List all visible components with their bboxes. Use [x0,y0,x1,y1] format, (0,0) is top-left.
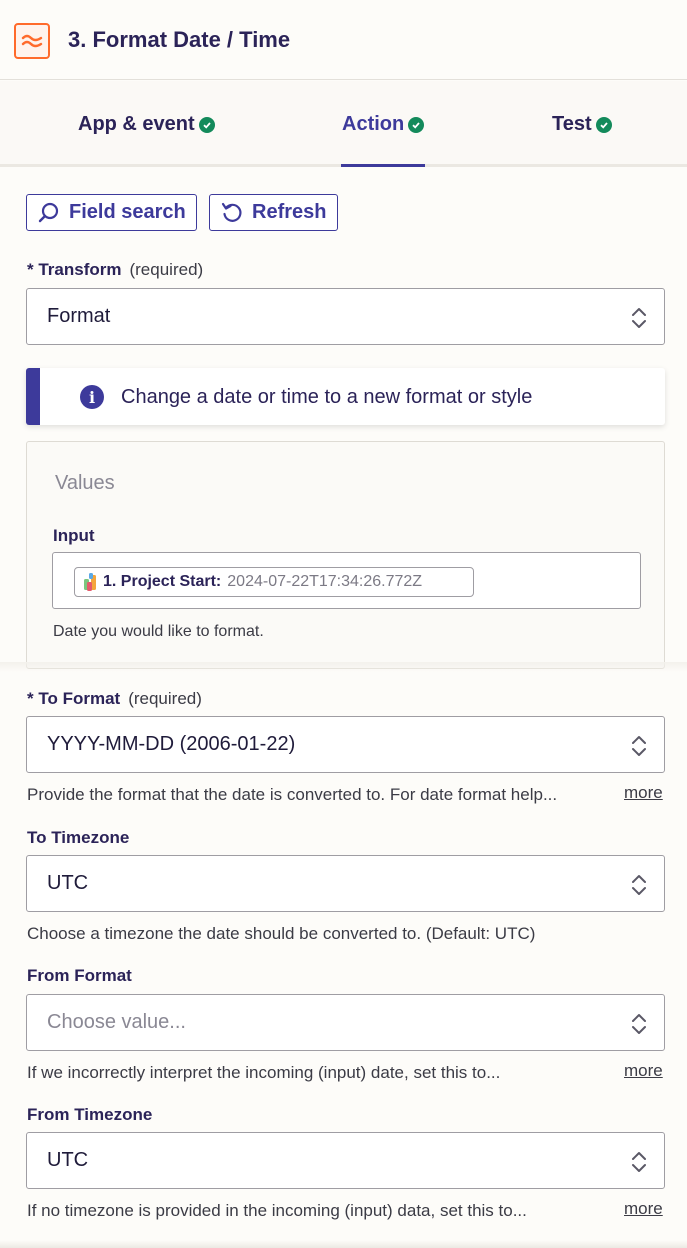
to-format-help: Provide the format that the date is conv… [27,785,558,804]
chevron-up-down-icon [632,1152,646,1172]
step-title: 3. Format Date / Time [68,27,291,52]
mapped-field-pill[interactable]: 1. Project Start: 2024-07-22T17:34:26.77… [74,567,474,597]
to-format-select[interactable]: YYYY-MM-DD (2006-01-22) [26,716,665,773]
field-label-text: To Format [38,689,121,708]
tab-label: Test [552,113,592,135]
input-help-text: Date you would like to format. [53,623,264,640]
input-field[interactable]: 1. Project Start: 2024-07-22T17:34:26.77… [52,552,641,609]
tab-test[interactable]: Test [552,113,612,136]
field-search-label: Field search [69,201,186,223]
pill-value: 2024-07-22T17:34:26.772Z [227,573,423,590]
to-timezone-label: To Timezone [27,828,130,847]
tab-label: App & event [78,113,195,135]
search-icon [38,202,59,222]
from-format-more-link[interactable]: more [624,1061,663,1081]
field-label-text: Transform [38,260,122,279]
refresh-label: Refresh [252,201,327,223]
select-value: UTC [47,872,89,894]
info-callout: i Change a date or time to a new format … [26,368,665,425]
check-circle-icon [408,116,425,133]
required-text: (required) [129,260,204,279]
chevron-up-down-icon [632,736,646,756]
to-format-label: * To Format (required) [27,689,202,708]
from-format-label: From Format [27,966,132,985]
info-icon: i [80,385,104,409]
from-timezone-more-link[interactable]: more [624,1199,663,1219]
to-timezone-select[interactable]: UTC [26,855,665,912]
select-value: YYYY-MM-DD (2006-01-22) [47,733,296,755]
chevron-up-down-icon [632,1014,646,1034]
refresh-icon [221,202,242,222]
pill-label: 1. Project Start: [103,573,222,590]
transform-select[interactable]: Format [26,288,665,345]
select-value: Format [47,305,111,327]
input-label: Input [53,526,95,545]
step-tabs: App & event Action Test [0,81,687,167]
from-timezone-label: From Timezone [27,1105,153,1124]
required-text: (required) [128,689,202,708]
refresh-button[interactable]: Refresh [209,194,338,231]
check-circle-icon [198,116,215,133]
values-section: Values Input 1. Project Start: 2024-07-2… [26,441,665,669]
tab-action[interactable]: Action [342,113,425,136]
callout-accent-bar [26,368,40,425]
transform-label: * Transform (required) [27,260,204,279]
field-search-button[interactable]: Field search [26,194,197,231]
to-timezone-help: Choose a timezone the date should be con… [27,924,536,943]
values-title: Values [55,472,115,494]
scroll-shadow [0,662,687,672]
from-timezone-help: If no timezone is provided in the incomi… [27,1201,527,1220]
select-value: UTC [47,1149,89,1171]
info-text: Change a date or time to a new format or… [121,386,533,408]
to-format-more-link[interactable]: more [624,783,663,803]
from-format-help: If we incorrectly interpret the incoming… [27,1063,501,1082]
chevron-up-down-icon [632,875,646,895]
formatter-icon [14,23,50,59]
scroll-shadow-bottom [0,1240,687,1248]
tab-app-event[interactable]: App & event [78,113,215,136]
from-format-select[interactable]: Choose value... [26,994,665,1051]
chevron-up-down-icon [632,308,646,328]
from-timezone-select[interactable]: UTC [26,1132,665,1189]
active-tab-indicator [341,164,425,167]
app-logo-icon [84,573,96,591]
tab-label: Action [342,113,405,135]
select-placeholder: Choose value... [47,1011,186,1033]
step-header: 3. Format Date / Time [0,0,687,80]
check-circle-icon [595,116,612,133]
